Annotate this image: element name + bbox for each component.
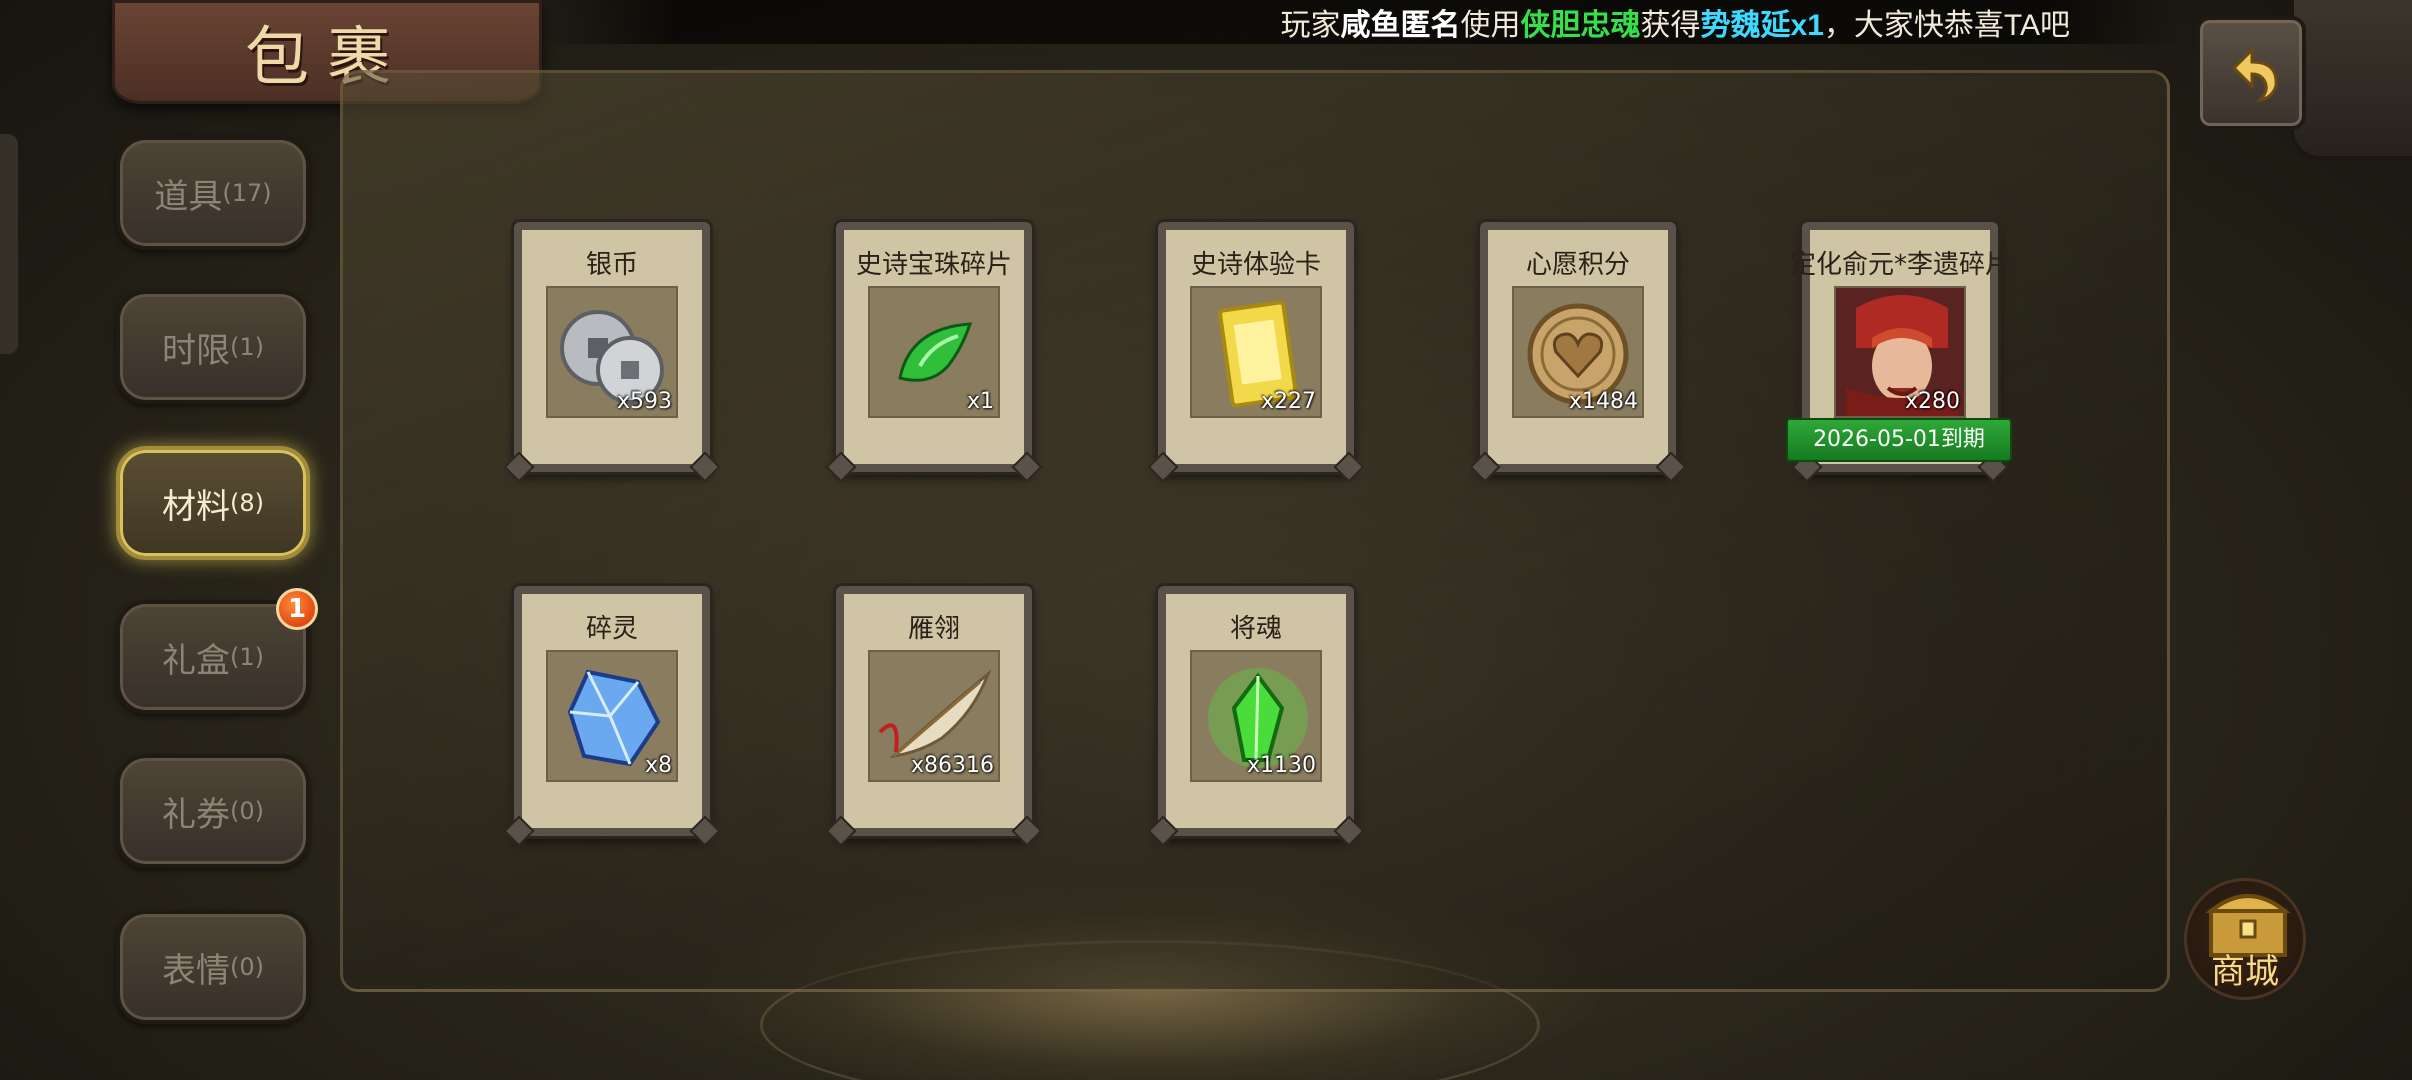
heart-coin-icon: x1484 xyxy=(1512,286,1644,418)
item-card-epic-trial-card[interactable]: 史诗体验卡 x227 xyxy=(1158,222,1354,472)
tab-label: 时限 xyxy=(162,330,230,371)
item-qty: x280 xyxy=(1904,389,1960,414)
back-arrow-icon xyxy=(2231,46,2278,103)
item-qty: x86316 xyxy=(910,753,994,778)
tab-items[interactable]: 道具 (17) xyxy=(116,136,310,250)
broadcast-prefix: 玩家 xyxy=(1280,9,1341,42)
back-button[interactable] xyxy=(2196,16,2306,130)
item-name: 碎灵 xyxy=(585,614,638,644)
tab-label: 礼券 xyxy=(162,794,230,835)
item-name: 史诗体验卡 xyxy=(1190,250,1321,280)
broadcast-mid2: 获得 xyxy=(1640,9,1701,42)
item-card-general-soul[interactable]: 将魂 x1130 xyxy=(1158,586,1354,836)
item-name: 心愿积分 xyxy=(1525,250,1630,280)
broadcast-player: 咸鱼匿名 xyxy=(1340,9,1461,42)
corner-ornament xyxy=(2290,0,2412,160)
tab-coupons[interactable]: 礼券 (0) xyxy=(116,754,310,868)
item-name: 史诗宝珠碎片 xyxy=(855,250,1012,280)
item-qty: x1130 xyxy=(1246,753,1316,778)
item-qty: x1484 xyxy=(1568,389,1638,414)
item-card-wish-points[interactable]: 心愿积分 x1484 xyxy=(1480,222,1676,472)
tab-count: (8) xyxy=(230,489,264,517)
silver-coin-icon: x593 xyxy=(546,286,678,418)
item-qty: x8 xyxy=(644,753,672,778)
tab-count: (0) xyxy=(230,953,264,981)
tab-materials[interactable]: 材料 (8) xyxy=(116,446,310,560)
green-gem-shard-icon: x1 xyxy=(868,286,1000,418)
item-card-spirit-shard[interactable]: 碎灵 x8 xyxy=(514,586,710,836)
hero-portrait-icon: x280 xyxy=(1834,286,1966,418)
blue-crystal-icon: x8 xyxy=(546,650,678,782)
broadcast-item-used: 侠胆忠魂 xyxy=(1520,9,1641,42)
tab-label: 礼盒 xyxy=(162,640,230,681)
tab-label: 材料 xyxy=(162,486,230,527)
gift-box-badge: 1 xyxy=(276,588,318,630)
tab-count: (17) xyxy=(222,179,272,207)
tab-count: (0) xyxy=(230,797,264,825)
tab-emotes[interactable]: 表情 (0) xyxy=(116,910,310,1024)
gold-card-icon: x227 xyxy=(1190,286,1322,418)
green-soul-crystal-icon: x1130 xyxy=(1190,650,1322,782)
expire-badge: 2026-05-01到期 xyxy=(1786,418,2012,462)
item-card-silver[interactable]: 银币 x593 xyxy=(514,222,710,472)
feather-icon: x86316 xyxy=(868,650,1000,782)
tab-count: (1) xyxy=(230,333,264,361)
broadcast-mid1: 使用 xyxy=(1460,9,1521,42)
item-card-feather[interactable]: 雁翎 x86316 xyxy=(836,586,1032,836)
broadcast-reward: 势魏延x1 xyxy=(1700,9,1824,42)
tab-label: 道具 xyxy=(154,176,223,217)
item-qty: x593 xyxy=(616,389,672,414)
tab-timed[interactable]: 时限 (1) xyxy=(116,290,310,404)
left-edge-handle xyxy=(0,134,18,354)
item-qty: x1 xyxy=(966,389,994,414)
item-name: 定化俞元*李遗碎片 xyxy=(1790,250,2012,280)
item-qty: x227 xyxy=(1260,389,1316,414)
item-name: 雁翎 xyxy=(907,614,960,644)
inventory-panel xyxy=(340,70,2170,992)
broadcast-marquee: 玩家 咸鱼匿名 使用 侠胆忠魂 获得 势魏延x1 ，大家快恭喜TA吧 xyxy=(540,0,2180,44)
tab-label: 表情 xyxy=(162,950,230,991)
broadcast-suffix: ，大家快恭喜TA吧 xyxy=(1823,9,2070,42)
item-name: 银币 xyxy=(585,250,638,280)
tab-count: (1) xyxy=(230,643,264,671)
shop-label: 商城 xyxy=(2211,952,2279,992)
shop-button[interactable]: 商城 xyxy=(2184,878,2306,1000)
item-name: 将魂 xyxy=(1229,614,1282,644)
item-card-epic-gem-shard[interactable]: 史诗宝珠碎片 x1 xyxy=(836,222,1032,472)
